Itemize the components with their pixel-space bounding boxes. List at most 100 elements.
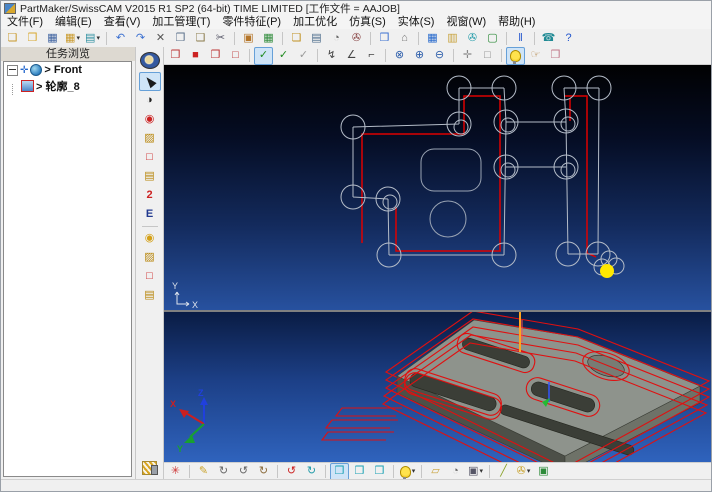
point-group-icon-glyph: ◉ xyxy=(145,233,155,244)
options-icon[interactable]: ✇ xyxy=(463,29,482,47)
rotate-view-y-icon[interactable]: ↺ xyxy=(234,463,253,481)
menu-item-7[interactable]: 仿真(S) xyxy=(343,16,392,29)
contour-feature-icon[interactable]: □ xyxy=(139,148,161,167)
pan-icon[interactable]: ✛ xyxy=(458,47,477,65)
support-phone-icon[interactable]: ☎ xyxy=(539,29,558,47)
menu-item-9[interactable]: 视窗(W) xyxy=(440,16,492,29)
copy-icon[interactable]: ❐ xyxy=(171,29,190,47)
mark-surface-icon[interactable]: ╱ xyxy=(494,463,513,481)
pocket-group-icon[interactable]: ▤ xyxy=(139,286,161,305)
orient-sphere-icon[interactable]: ◑ xyxy=(139,91,161,110)
rotate-view-z-icon[interactable]: ↻ xyxy=(254,463,273,481)
tree-node-label[interactable]: > 轮廓_8 xyxy=(36,78,80,94)
top-view-icon[interactable]: ❒ xyxy=(370,463,389,481)
time-estimate-icon[interactable]: ◔ xyxy=(446,463,465,481)
cascade-windows-icon[interactable]: ▥ xyxy=(443,29,462,47)
spin-right-icon[interactable]: ↻ xyxy=(302,463,321,481)
save-all-icon[interactable]: ▦▾ xyxy=(63,29,82,47)
zoom-out-icon[interactable]: ⊖ xyxy=(430,47,449,65)
collapse-icon[interactable] xyxy=(7,65,18,76)
verify-toggle-icon[interactable]: ✓ xyxy=(254,47,273,65)
toolpath-display-icon[interactable]: ↯ xyxy=(322,47,341,65)
menu-item-3[interactable]: 查看(V) xyxy=(98,16,147,29)
tree-node-label[interactable]: > Front xyxy=(44,64,82,76)
tree-node-contour-8[interactable]: > 轮廓_8 xyxy=(4,78,131,94)
trim-icon[interactable]: ✂ xyxy=(211,29,230,47)
toolbar-separator xyxy=(453,49,454,62)
tools-database-icon[interactable]: ✇ xyxy=(347,29,366,47)
select-cursor-icon[interactable] xyxy=(139,72,161,91)
tool-holder-icon[interactable]: ✇▾ xyxy=(514,463,533,481)
view-fill-icon[interactable]: ■ xyxy=(186,47,205,65)
show-stock-icon[interactable]: ▱ xyxy=(426,463,445,481)
rotate-view-x-icon[interactable]: ↻ xyxy=(214,463,233,481)
view-frame-icon[interactable]: □ xyxy=(226,47,245,65)
view-window-icon[interactable]: ❒ xyxy=(166,47,185,65)
viewport-2d[interactable]: Y X xyxy=(164,65,711,310)
post-save-icon[interactable]: ▦ xyxy=(259,29,278,47)
hole-feature-icon[interactable]: ▨ xyxy=(139,129,161,148)
new-file-icon[interactable]: ❏ xyxy=(3,29,22,47)
menu-item-2[interactable]: 编辑(E) xyxy=(49,16,98,29)
process-table-icon[interactable]: ▤ xyxy=(307,29,326,47)
print-icon[interactable]: ▤▾ xyxy=(83,29,102,47)
contour-feature-icon-glyph: □ xyxy=(146,152,153,163)
time-estimate-icon-glyph: ◔ xyxy=(452,466,459,477)
viewport-3d[interactable]: Z X Y xyxy=(164,312,711,462)
menu-item-10[interactable]: 帮助(H) xyxy=(492,16,541,29)
spin-left-icon[interactable]: ↺ xyxy=(282,463,301,481)
edit-tool-icon[interactable]: ✎ xyxy=(194,463,213,481)
toolpath-segments-icon[interactable]: ⌐ xyxy=(362,47,381,65)
thread-feature-icon[interactable]: 2 xyxy=(139,186,161,205)
verify-all-icon[interactable]: ✓ xyxy=(274,47,293,65)
menu-item-5[interactable]: 零件特征(P) xyxy=(216,16,287,29)
cycle-time-icon[interactable]: ◔ xyxy=(327,29,346,47)
capture-view-icon[interactable]: ▣▾ xyxy=(466,463,485,481)
toolpath-points-icon[interactable]: ∠ xyxy=(342,47,361,65)
menu-item-6[interactable]: 加工优化 xyxy=(287,16,343,29)
point-group-icon[interactable]: ◉ xyxy=(139,229,161,248)
help-icon[interactable]: ? xyxy=(559,29,578,47)
menu-item-4[interactable]: 加工管理(T) xyxy=(146,16,216,29)
front-view-icon[interactable]: ❒ xyxy=(350,463,369,481)
view-export-icon[interactable]: ❐ xyxy=(206,47,225,65)
tile-windows-icon[interactable]: ▦ xyxy=(423,29,442,47)
zoom-window-icon[interactable]: □ xyxy=(478,47,497,65)
machine-axes-icon[interactable]: ✳ xyxy=(166,463,185,481)
undo-icon[interactable]: ↶ xyxy=(111,29,130,47)
library-icon[interactable]: ⌂ xyxy=(395,29,414,47)
iso-view-icon[interactable]: ❒ xyxy=(330,463,349,481)
export-image-icon[interactable]: ▣ xyxy=(534,463,553,481)
tree-node-front[interactable]: > Front xyxy=(4,62,131,78)
menu-item-1[interactable]: 文件(F) xyxy=(1,16,49,29)
toolbar-separator xyxy=(393,465,394,478)
toolbar-separator xyxy=(418,32,419,45)
open-file-icon[interactable]: ❒ xyxy=(23,29,42,47)
light-options-icon[interactable]: ▾ xyxy=(398,463,417,481)
verify-stack-icon[interactable]: ✓ xyxy=(294,47,313,65)
zoom-in-icon[interactable]: ⊕ xyxy=(410,47,429,65)
pick-hand-icon[interactable]: ☞ xyxy=(526,47,545,65)
show-features-icon[interactable]: ❒ xyxy=(546,47,565,65)
job-folder-icon[interactable]: ❒ xyxy=(375,29,394,47)
pocket-feature-icon[interactable]: ▤ xyxy=(139,167,161,186)
paste-icon[interactable]: ❑ xyxy=(191,29,210,47)
zoom-previous-icon[interactable]: ⊗ xyxy=(390,47,409,65)
toolbar-separator xyxy=(501,49,502,62)
hole-group-icon[interactable]: ▨ xyxy=(139,248,161,267)
iso-view-icon-glyph: ❒ xyxy=(335,466,345,477)
engrave-feature-icon[interactable]: E xyxy=(139,205,161,224)
point-feature-icon[interactable]: ◉ xyxy=(139,110,161,129)
light-toggle-icon[interactable] xyxy=(506,47,525,65)
machine-setup-icon[interactable]: ▣ xyxy=(239,29,258,47)
simulation-window-icon[interactable]: ▢ xyxy=(483,29,502,47)
cut-icon[interactable]: ✕ xyxy=(151,29,170,47)
split-view-icon[interactable]: ‖ xyxy=(511,29,530,47)
view-3d-icon[interactable] xyxy=(139,49,161,72)
spring-tool-icon[interactable] xyxy=(140,459,159,477)
part-features-icon[interactable]: ❏ xyxy=(287,29,306,47)
save-icon[interactable]: ▦ xyxy=(43,29,62,47)
menu-item-8[interactable]: 实体(S) xyxy=(392,16,441,29)
contour-group-icon[interactable]: □ xyxy=(139,267,161,286)
redo-icon[interactable]: ↷ xyxy=(131,29,150,47)
